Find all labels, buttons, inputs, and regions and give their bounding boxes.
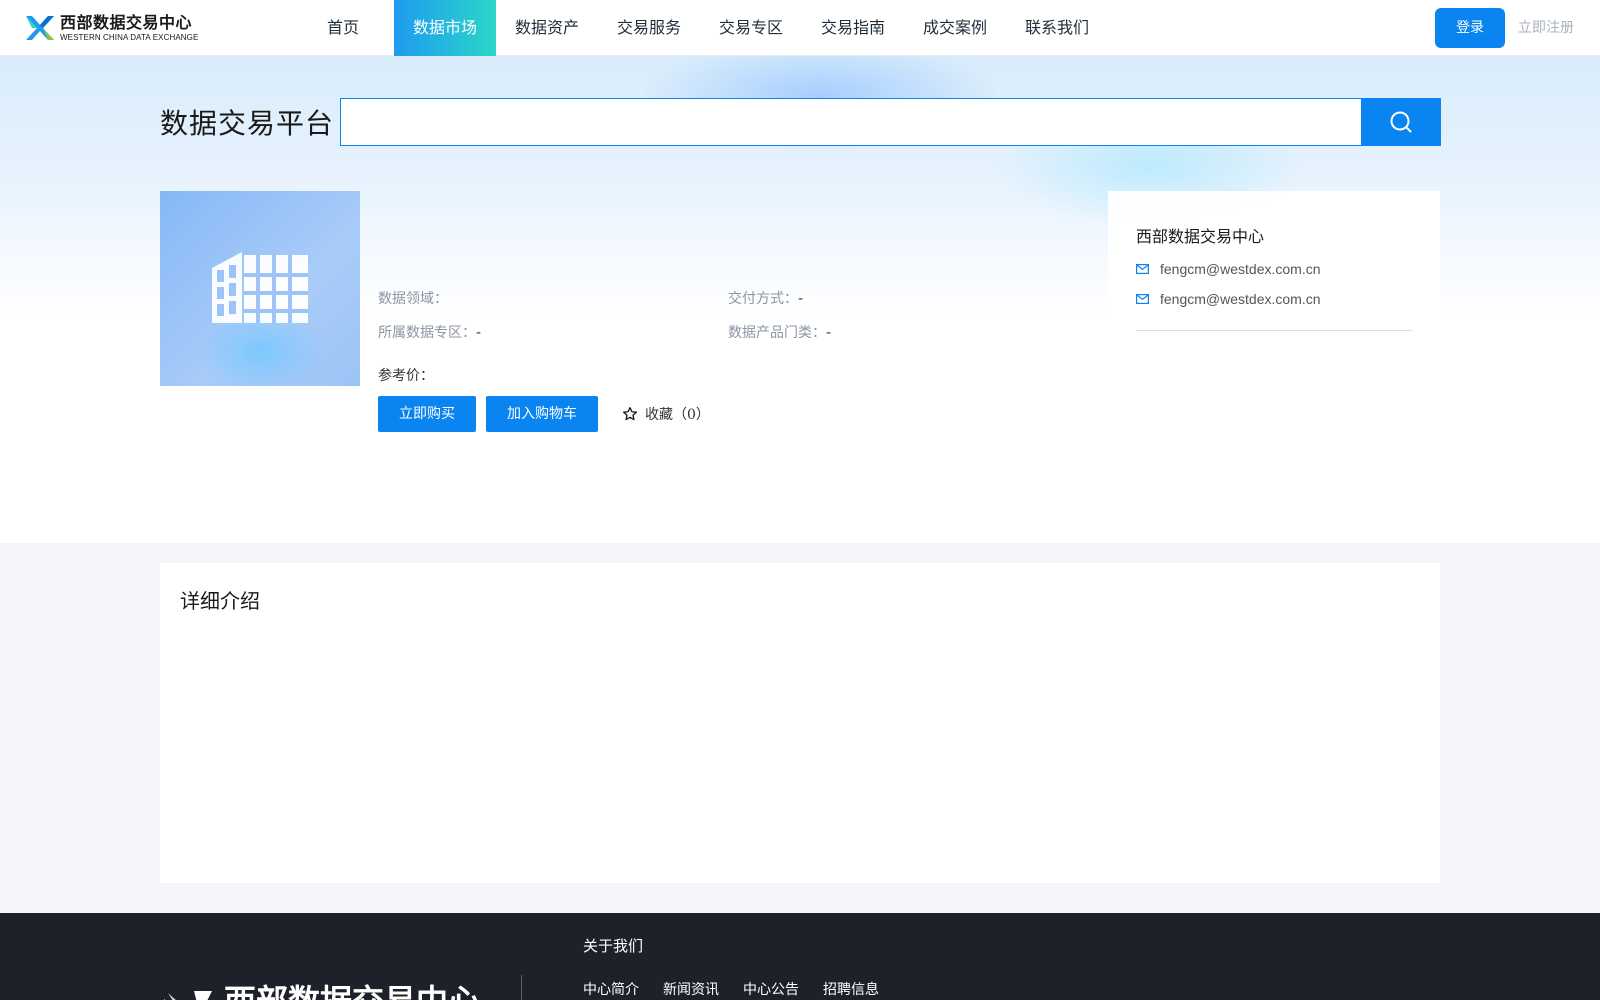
detail-title: 详细介绍 [180, 589, 260, 613]
delivery-method-row: 交付方式：- [728, 288, 803, 308]
register-link[interactable]: 立即注册 [1518, 8, 1574, 48]
provider-email[interactable]: fengcm@westdex.com.cn [1160, 291, 1321, 307]
data-zone-value: - [476, 325, 482, 341]
nav-trade-guide[interactable]: 交易指南 [802, 0, 904, 56]
footer-link-intro[interactable]: 中心简介 [583, 979, 639, 999]
detail-card: 详细介绍 [160, 563, 1440, 883]
star-outline-icon [623, 407, 637, 421]
footer-logo: 西部数据交易中心 [160, 985, 480, 1000]
login-button[interactable]: 登录 [1435, 8, 1505, 48]
footer-link-news[interactable]: 新闻资讯 [663, 979, 719, 999]
product-category-label: 数据产品门类： [728, 325, 826, 341]
product-category-value: - [826, 325, 832, 341]
buy-now-button[interactable]: 立即购买 [378, 396, 476, 432]
top-header: 西部数据交易中心 WESTERN CHINA DATA EXCHANGE 首页 … [0, 0, 1600, 56]
site-footer: 西部数据交易中心 关于我们 中心简介 新闻资讯 中心公告 招聘信息 [0, 913, 1600, 1000]
nav-trade-services[interactable]: 交易服务 [598, 0, 700, 56]
provider-card: 西部数据交易中心 fengcm@westdex.com.cn fengcm@we… [1108, 191, 1440, 391]
search-button[interactable] [1361, 98, 1441, 146]
detail-section: 详细介绍 [0, 543, 1600, 913]
data-domain-label: 数据领域： [378, 291, 448, 307]
data-zone-label: 所属数据专区： [378, 325, 476, 341]
product-hero: 数据交易平台 数据领域： 交付方式：- 所属数据专区：- 数据产品门类：- 参考… [0, 56, 1600, 543]
product-category-row: 数据产品门类：- [728, 322, 831, 342]
nav-home[interactable]: 首页 [292, 0, 394, 56]
favorite-label: 收藏 [645, 407, 673, 423]
add-to-cart-button[interactable]: 加入购物车 [486, 396, 598, 432]
platform-title: 数据交易平台 [160, 107, 335, 140]
nav-trade-zones[interactable]: 交易专区 [700, 0, 802, 56]
favorite-button[interactable]: 收藏 （0） [622, 396, 710, 432]
product-image [160, 191, 360, 386]
logo-title: 西部数据交易中心 [60, 12, 193, 32]
footer-link-jobs[interactable]: 招聘信息 [823, 979, 879, 999]
provider-email-row: fengcm@westdex.com.cn [1136, 291, 1412, 307]
search-input[interactable] [340, 98, 1362, 146]
reference-price-label: 参考价： [378, 368, 434, 384]
site-logo[interactable]: 西部数据交易中心 WESTERN CHINA DATA EXCHANGE [24, 12, 198, 44]
favorite-count: （0） [673, 407, 710, 423]
data-zone-row: 所属数据专区：- [378, 322, 481, 342]
building-icon [212, 252, 308, 323]
nav-deal-cases[interactable]: 成交案例 [904, 0, 1006, 56]
delivery-method-label: 交付方式： [728, 291, 798, 307]
logo-mark-icon [26, 16, 54, 40]
logo-subtitle: WESTERN CHINA DATA EXCHANGE [60, 32, 199, 42]
provider-email-row: fengcm@westdex.com.cn [1136, 261, 1412, 277]
footer-link-notices[interactable]: 中心公告 [743, 979, 799, 999]
logo-mark-icon [164, 991, 212, 1000]
provider-name: 西部数据交易中心 [1136, 227, 1265, 246]
footer-logo-text: 西部数据交易中心 [224, 985, 480, 1000]
data-domain-row: 数据领域： [378, 288, 448, 308]
nav-contact-us[interactable]: 联系我们 [1006, 0, 1108, 56]
nav-data-market[interactable]: 数据市场 [394, 0, 496, 56]
search-icon [1390, 111, 1412, 133]
mail-icon [1136, 294, 1149, 304]
footer-divider [521, 975, 522, 1000]
nav-data-assets[interactable]: 数据资产 [496, 0, 598, 56]
provider-email[interactable]: fengcm@westdex.com.cn [1160, 261, 1321, 277]
footer-about-heading: 关于我们 [583, 937, 644, 955]
mail-icon [1136, 264, 1149, 274]
main-nav: 首页 数据市场 数据资产 交易服务 交易专区 交易指南 成交案例 联系我们 [292, 0, 1108, 56]
delivery-method-value: - [798, 291, 804, 307]
footer-links: 中心简介 新闻资讯 中心公告 招聘信息 [583, 979, 903, 999]
provider-divider [1136, 330, 1412, 331]
